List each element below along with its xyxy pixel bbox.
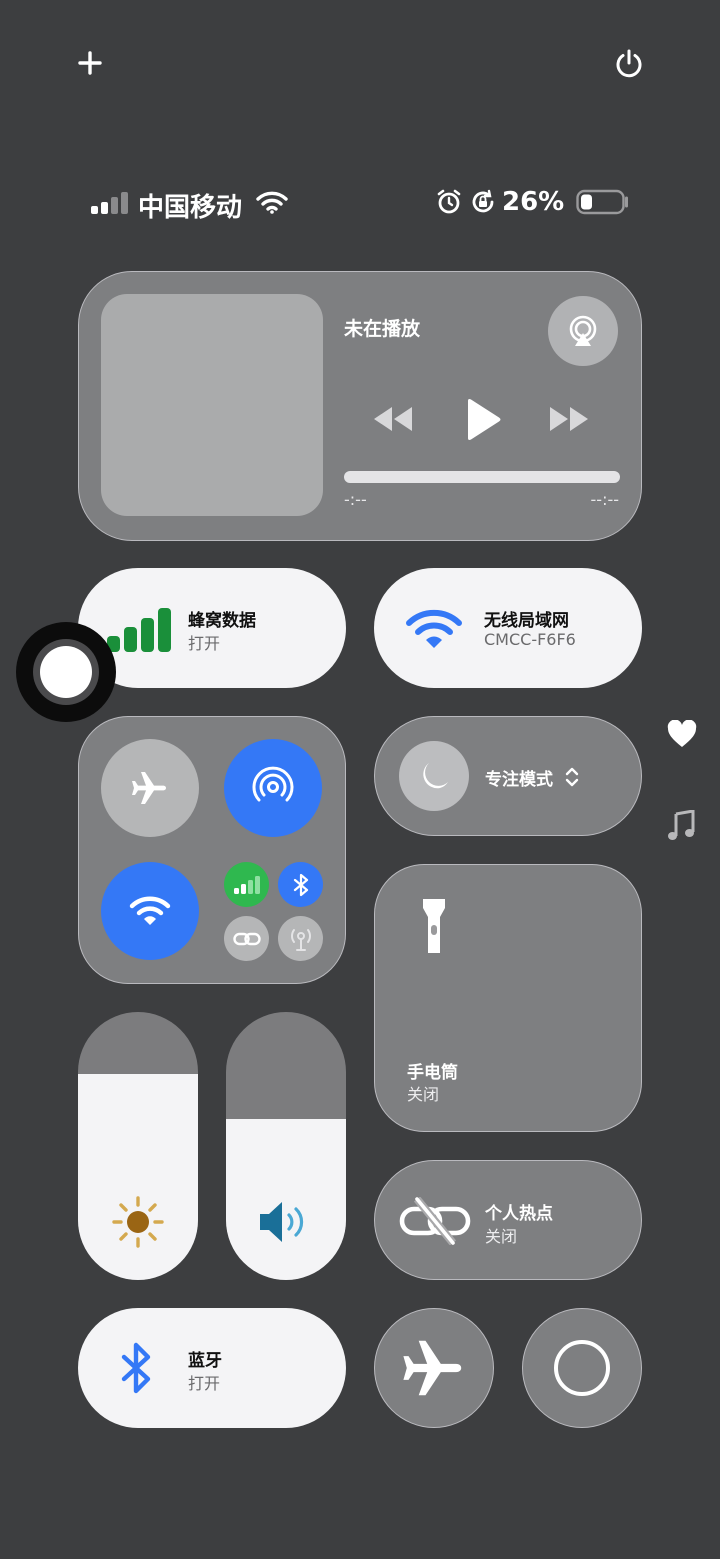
- focus-mode-button[interactable]: 专注模式: [374, 716, 642, 836]
- orientation-lock-icon: [472, 189, 494, 213]
- assistive-touch-ring: [33, 639, 99, 705]
- cell-signal-icon: [233, 875, 260, 894]
- wifi-icon: [256, 191, 288, 214]
- hotspot-status: 关闭: [485, 1227, 518, 1246]
- bluetooth-subtitle: 打开: [188, 1374, 221, 1393]
- battery-icon: [576, 189, 628, 215]
- cellular-data-toggle[interactable]: 蜂窝数据 打开: [78, 568, 346, 688]
- airplane-icon: [403, 1340, 462, 1396]
- speaker-icon: [260, 1202, 304, 1242]
- wifi-button[interactable]: [101, 862, 199, 960]
- personal-hotspot-toggle[interactable]: 个人热点 关闭: [374, 1160, 642, 1280]
- link-icon: [232, 932, 261, 945]
- wifi-icon: [129, 896, 171, 925]
- now-playing-title: 未在播放: [344, 318, 421, 340]
- focus-label: 专注模式: [485, 770, 553, 790]
- alarm-icon: [437, 189, 461, 214]
- wifi-network-name: CMCC-F6F6: [484, 630, 576, 649]
- wifi-title: 无线局域网: [484, 611, 569, 631]
- cell-signal-icon: [91, 192, 128, 214]
- sun-icon: [112, 1196, 164, 1248]
- play-icon[interactable]: [464, 398, 502, 442]
- airdrop-icon: [252, 766, 294, 802]
- airplane-mode-large-button[interactable]: [374, 1308, 494, 1428]
- media-player[interactable]: 未在播放 -:-- --:--: [78, 271, 642, 541]
- wifi-icon: [406, 609, 462, 648]
- airplay-button[interactable]: [548, 296, 618, 366]
- album-artwork: [101, 294, 323, 516]
- hotspot-off-icon: [399, 1197, 471, 1245]
- hotspot-title: 个人热点: [485, 1204, 553, 1224]
- assistive-touch-button[interactable]: [16, 622, 116, 722]
- brightness-slider[interactable]: [78, 1012, 198, 1280]
- cellular-subtitle: 打开: [188, 634, 221, 653]
- bluetooth-button[interactable]: [278, 862, 323, 907]
- assistive-touch-dot: [40, 646, 92, 698]
- flashlight-tile[interactable]: 手电筒 关闭: [374, 864, 642, 1132]
- focus-icon-circle: [399, 741, 469, 811]
- flashlight-status: 关闭: [407, 1085, 440, 1104]
- flashlight-icon: [423, 899, 445, 953]
- bluetooth-title: 蓝牙: [188, 1351, 222, 1371]
- moon-icon: [423, 763, 448, 789]
- airplane-mode-button[interactable]: [101, 739, 199, 837]
- chevron-up-down-icon: [565, 767, 579, 787]
- bluetooth-toggle[interactable]: 蓝牙 打开: [78, 1308, 346, 1428]
- satellite-button[interactable]: [278, 916, 323, 961]
- connectivity-group: [78, 716, 346, 984]
- cellular-title: 蜂窝数据: [188, 611, 256, 631]
- heart-icon[interactable]: [667, 720, 697, 748]
- wifi-toggle[interactable]: 无线局域网 CMCC-F6F6: [374, 568, 642, 688]
- music-note-icon[interactable]: [667, 810, 695, 842]
- bluetooth-icon: [121, 1342, 151, 1394]
- satellite-icon: [290, 928, 311, 951]
- record-icon: [554, 1340, 610, 1396]
- status-bar: 中国移动 26%: [90, 184, 630, 223]
- volume-slider[interactable]: [226, 1012, 346, 1280]
- flashlight-title: 手电筒: [407, 1063, 458, 1083]
- carrier-label: 中国移动: [138, 193, 243, 223]
- airplane-icon: [132, 772, 166, 804]
- airplay-audio-icon: [569, 315, 597, 346]
- plus-icon[interactable]: [78, 51, 102, 75]
- playback-progress-bar[interactable]: [344, 471, 620, 483]
- link-button[interactable]: [224, 916, 269, 961]
- battery-percent: 26%: [502, 187, 565, 217]
- cell-signal-icon: [107, 608, 171, 652]
- cellular-button[interactable]: [224, 862, 269, 907]
- fast-forward-icon[interactable]: [548, 405, 590, 433]
- power-icon[interactable]: [614, 48, 644, 78]
- time-remaining: --:--: [590, 490, 619, 509]
- rewind-icon[interactable]: [372, 405, 414, 433]
- screen-recording-button[interactable]: [522, 1308, 642, 1428]
- bluetooth-icon: [293, 873, 308, 896]
- airdrop-button[interactable]: [224, 739, 322, 837]
- time-elapsed: -:--: [344, 490, 367, 509]
